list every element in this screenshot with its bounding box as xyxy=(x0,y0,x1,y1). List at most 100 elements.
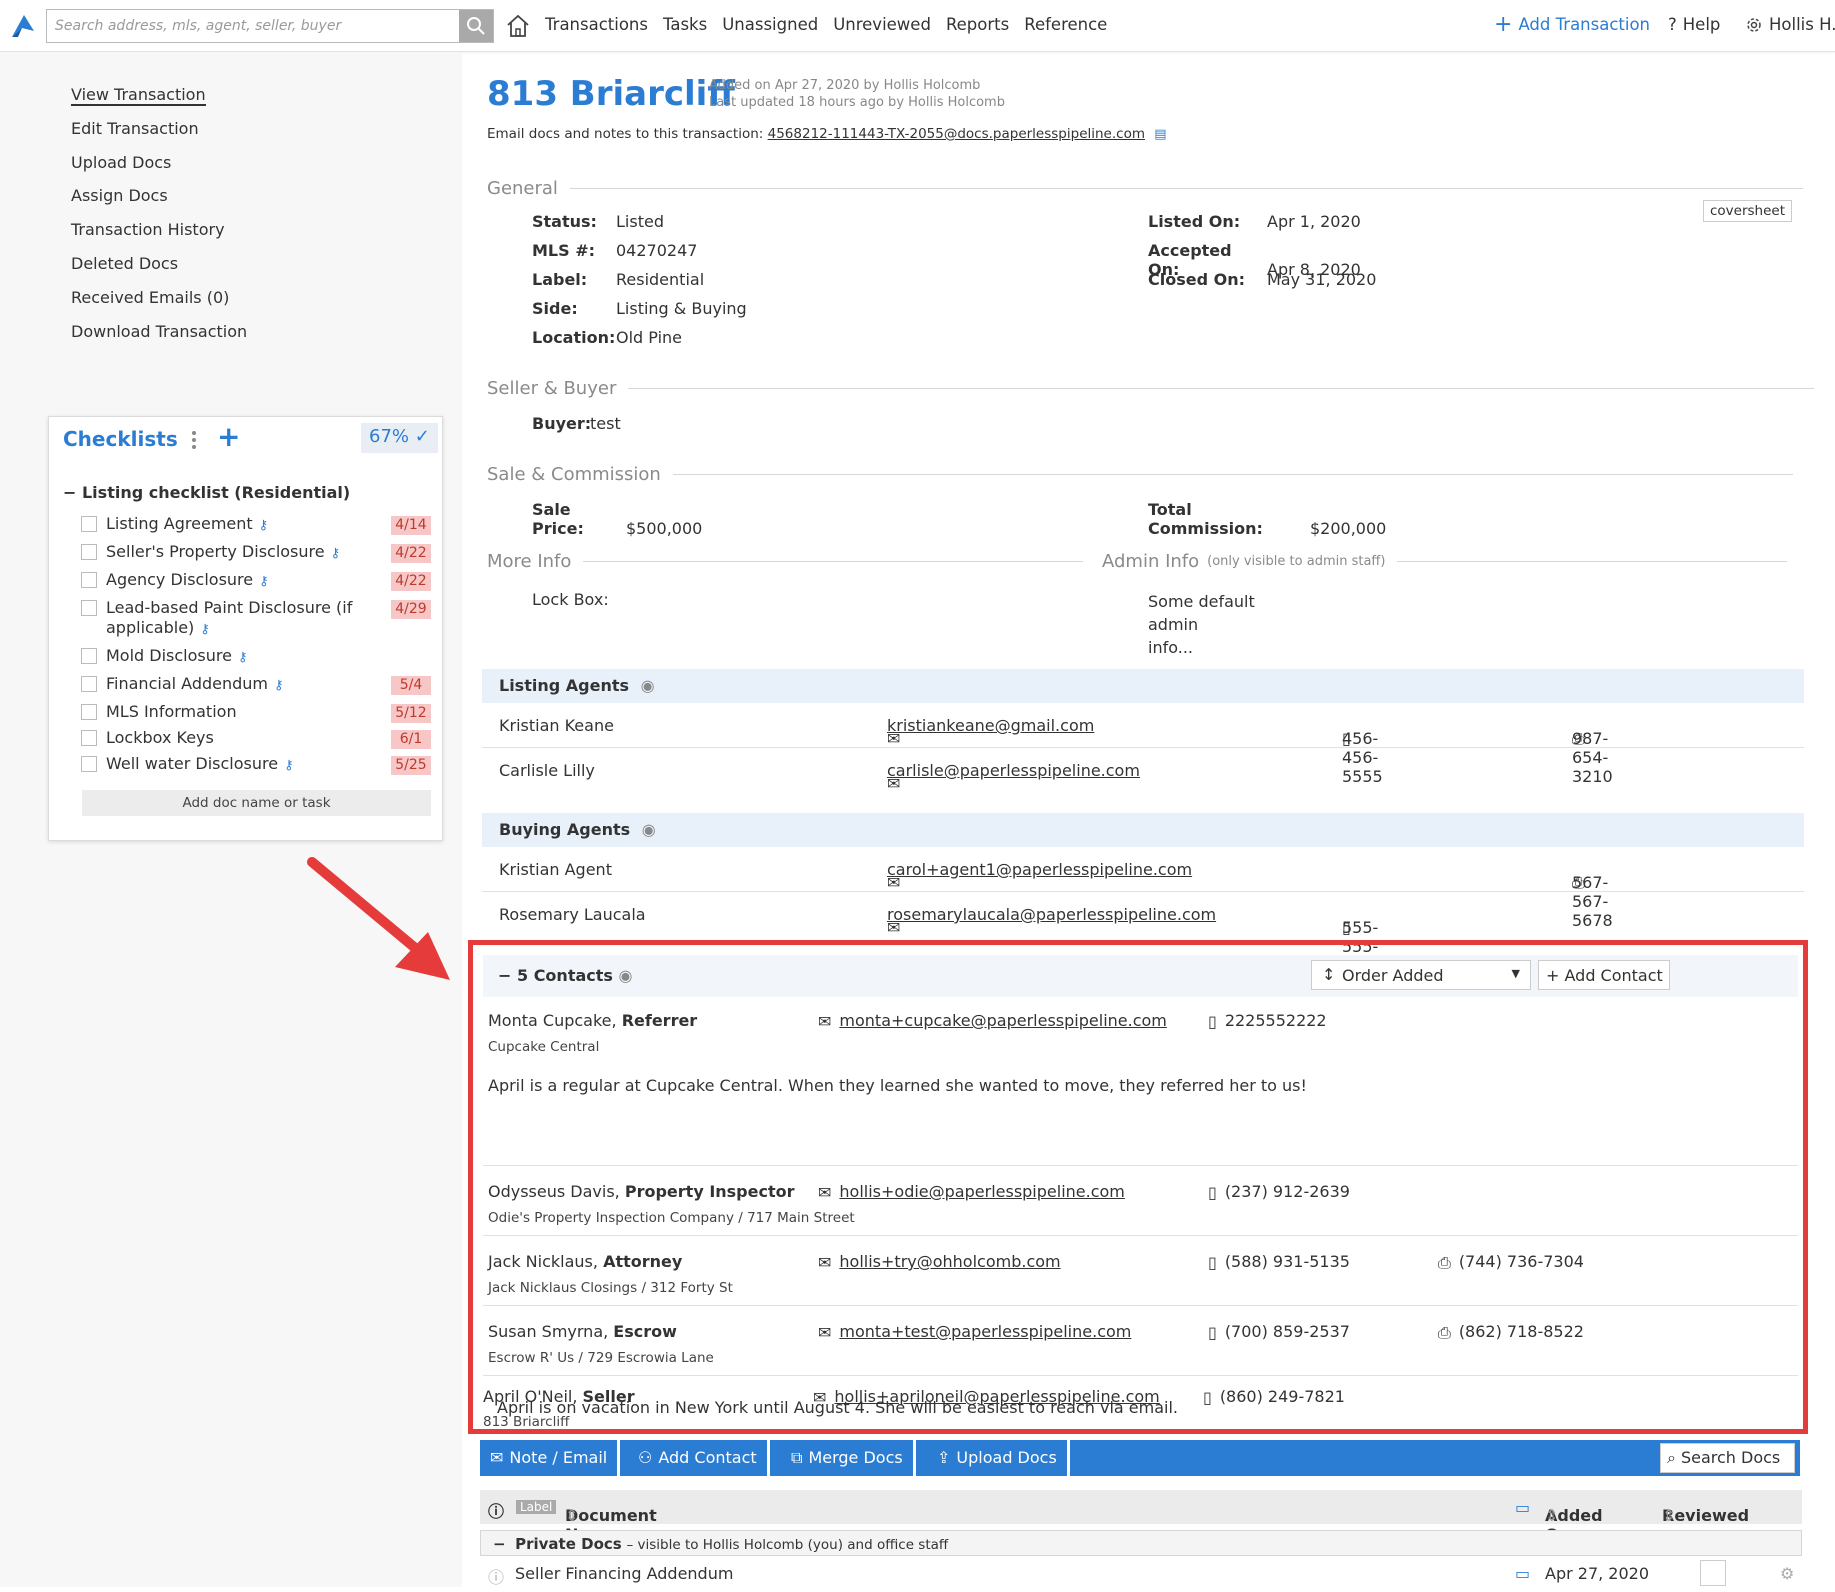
sidebar-item-assign-docs[interactable]: Assign Docs xyxy=(71,179,247,213)
agent-email[interactable]: ✉ carol+agent1@paperlesspipeline.com xyxy=(887,860,1192,892)
checkbox[interactable] xyxy=(81,600,97,616)
checkbox[interactable] xyxy=(81,648,97,664)
private-docs-title: Private Docs xyxy=(515,1535,622,1553)
gear-icon[interactable]: ⚙ xyxy=(1780,1564,1794,1583)
section-admin-info: Admin Info (only visible to admin staff) xyxy=(1102,551,1788,572)
add-contact-toolbar-button[interactable]: ⚇ Add Contact xyxy=(628,1440,770,1476)
mail-icon: ✉ xyxy=(818,1323,832,1342)
checklist-item[interactable]: Well water Disclosure ⚷ 5/25 xyxy=(81,754,431,776)
checkbox[interactable] xyxy=(81,544,97,560)
contact-company: Odie's Property Inspection Company / 717… xyxy=(488,1210,855,1226)
admin-info-text: Some default admin info... xyxy=(1148,592,1255,657)
checklist-item[interactable]: Seller's Property Disclosure ⚷ 4/22 xyxy=(81,542,431,564)
checklist-item[interactable]: Lockbox Keys 6/1 xyxy=(81,728,431,749)
checklist-item[interactable]: Agency Disclosure ⚷ 4/22 xyxy=(81,570,431,592)
due-badge: 4/22 xyxy=(391,544,431,563)
add-checklist-button[interactable]: + xyxy=(217,423,240,451)
upload-icon: ⇪ xyxy=(937,1448,951,1467)
info-icon[interactable]: ⓘ xyxy=(488,1564,504,1588)
contacts-heading[interactable]: − 5 Contacts ◉ xyxy=(498,966,632,985)
checklist-heading[interactable]: − Listing checklist (Residential) xyxy=(63,483,350,502)
app-logo-icon[interactable] xyxy=(8,11,38,41)
doc-name[interactable]: Seller Financing Addendum xyxy=(515,1564,733,1583)
contact-email[interactable]: ✉ monta+test@paperlesspipeline.com xyxy=(818,1322,1131,1342)
sidebar-item-transaction-history[interactable]: Transaction History xyxy=(71,213,247,247)
checkbox[interactable] xyxy=(81,730,97,746)
section-seller-buyer: Seller & Buyer xyxy=(487,378,1815,399)
coversheet-button[interactable]: coversheet xyxy=(1703,200,1793,222)
add-contact-button[interactable]: + Add Contact xyxy=(1538,960,1670,990)
add-doc-input[interactable]: Add doc name or task xyxy=(82,790,431,816)
mail-icon: ✉ xyxy=(818,1183,832,1202)
home-icon[interactable] xyxy=(505,13,531,39)
checkbox[interactable] xyxy=(81,704,97,720)
contact-email[interactable]: ✉ hollis+odie@paperlesspipeline.com xyxy=(818,1182,1125,1202)
sidebar-item-view-transaction[interactable]: View Transaction xyxy=(71,78,247,112)
checkbox[interactable] xyxy=(81,676,97,692)
comment-icon[interactable]: ▭ xyxy=(1515,1564,1530,1583)
checklist-item[interactable]: Financial Addendum ⚷ 5/4 xyxy=(81,674,431,696)
due-badge: 4/14 xyxy=(391,516,431,535)
eye-icon[interactable]: ◉ xyxy=(619,966,633,985)
checklist-item[interactable]: MLS Information 5/12 xyxy=(81,702,431,723)
checkbox[interactable] xyxy=(81,516,97,532)
nav-reference[interactable]: Reference xyxy=(1024,15,1107,34)
order-select[interactable]: ↕ Order Added ▼ xyxy=(1311,960,1531,990)
due-badge: 4/29 xyxy=(391,600,431,619)
label-tag: Label xyxy=(516,1500,557,1514)
divider xyxy=(483,1165,1798,1166)
sidebar-item-upload-docs[interactable]: Upload Docs xyxy=(71,146,247,180)
agent-email[interactable]: ✉ carlisle@paperlesspipeline.com xyxy=(887,761,1140,793)
reviewed-checkbox[interactable] xyxy=(1700,1560,1726,1586)
nav-unreviewed[interactable]: Unreviewed xyxy=(833,15,931,34)
nav-reports[interactable]: Reports xyxy=(946,15,1009,34)
private-docs-group[interactable]: − Private Docs – visible to Hollis Holco… xyxy=(480,1530,1802,1556)
transaction-meta: Added on Apr 27, 2020 by Hollis Holcomb … xyxy=(709,77,1005,111)
note-email-button[interactable]: ✉ Note / Email xyxy=(480,1440,621,1476)
collapse-icon: − xyxy=(493,1535,506,1553)
user-menu[interactable]: Hollis H. xyxy=(1745,15,1835,34)
transaction-email-link[interactable]: 4568212-111443-TX-2055@docs.paperlesspip… xyxy=(768,126,1145,142)
info-icon[interactable]: ⓘ xyxy=(488,1498,504,1522)
checklist-item[interactable]: Lead-based Paint Disclosure (if applicab… xyxy=(81,598,431,640)
nav-transactions[interactable]: Transactions xyxy=(545,15,648,34)
agent-email[interactable]: ✉ rosemarylaucala@paperlesspipeline.com xyxy=(887,905,1216,937)
docs-table-header: ⓘ Label Document Name ⇕ ▭ Added On ⇕ Rev… xyxy=(480,1490,1802,1544)
upload-docs-button[interactable]: ⇪ Upload Docs xyxy=(927,1440,1070,1476)
checklist-item[interactable]: Mold Disclosure ⚷ xyxy=(81,646,431,668)
eye-icon[interactable]: ◉ xyxy=(641,676,655,695)
contact-email[interactable]: ✉ hollis+try@ohholcomb.com xyxy=(818,1252,1061,1272)
key-icon: ⚷ xyxy=(258,518,269,533)
sidebar-item-edit-transaction[interactable]: Edit Transaction xyxy=(71,112,247,146)
more-vertical-icon[interactable] xyxy=(189,429,199,451)
contact-card-icon[interactable]: ▤ xyxy=(1154,127,1166,142)
help-link[interactable]: ? Help xyxy=(1668,15,1720,34)
due-badge: 4/22 xyxy=(391,572,431,591)
nav-tasks[interactable]: Tasks xyxy=(663,15,707,34)
agent-row: Carlisle Lilly ✉ carlisle@paperlesspipeli… xyxy=(482,748,1804,793)
sidebar-item-received-emails[interactable]: Received Emails (0) xyxy=(71,281,247,315)
checklist-item[interactable]: Listing Agreement ⚷ 4/14 xyxy=(81,514,431,536)
sidebar-item-deleted-docs[interactable]: Deleted Docs xyxy=(71,247,247,281)
merge-docs-button[interactable]: ⧉ Merge Docs xyxy=(781,1440,916,1476)
add-transaction-link[interactable]: + Add Transaction xyxy=(1494,13,1650,35)
due-badge: 6/1 xyxy=(391,730,431,749)
agent-email[interactable]: ✉ kristiankeane@gmail.com xyxy=(887,716,1094,748)
sidebar-item-download-transaction[interactable]: Download Transaction xyxy=(71,315,247,349)
search-input[interactable] xyxy=(47,10,457,42)
sort-icon: ⇕ xyxy=(565,1506,579,1525)
nav-unassigned[interactable]: Unassigned xyxy=(722,15,818,34)
contact-company: Escrow R' Us / 729 Escrowia Lane xyxy=(488,1350,714,1366)
doc-row[interactable]: ⓘ Seller Financing Addendum ▭ Apr 27, 20… xyxy=(480,1560,1802,1592)
contact-role: Referrer xyxy=(621,1011,698,1030)
divider xyxy=(569,188,1803,189)
due-badge: 5/4 xyxy=(391,676,431,695)
contact-phone: ▯ (588) 931-5135 xyxy=(1208,1252,1350,1272)
search-docs-button[interactable]: ⌕ Search Docs xyxy=(1660,1443,1795,1473)
contact-email[interactable]: ✉ monta+cupcake@paperlesspipeline.com xyxy=(818,1011,1167,1031)
eye-icon[interactable]: ◉ xyxy=(642,820,656,839)
checkbox[interactable] xyxy=(81,572,97,588)
agent-name: Kristian Keane xyxy=(499,716,614,735)
search-button[interactable] xyxy=(459,10,493,42)
checkbox[interactable] xyxy=(81,756,97,772)
